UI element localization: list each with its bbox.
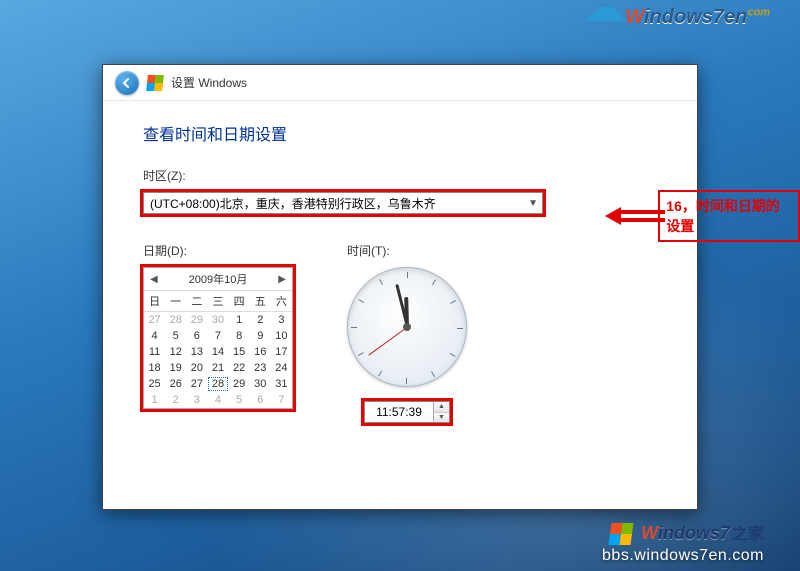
calendar-day[interactable]: 4 [207, 392, 228, 408]
calendar-day[interactable]: 11 [144, 344, 165, 360]
calendar-day[interactable]: 30 [250, 376, 271, 392]
calendar-day[interactable]: 20 [186, 360, 207, 376]
calendar-day[interactable]: 3 [271, 312, 292, 328]
calendar-day[interactable]: 6 [250, 392, 271, 408]
calendar-day[interactable]: 28 [165, 312, 186, 328]
analog-clock [347, 267, 467, 387]
calendar-day[interactable]: 1 [229, 312, 250, 328]
back-button[interactable] [115, 71, 139, 95]
calendar-month-title: 2009年10月 [189, 271, 248, 287]
watermark-top-logo: Windows7encom [586, 6, 770, 29]
calendar-day[interactable]: 17 [271, 344, 292, 360]
calendar-day[interactable]: 30 [207, 312, 228, 328]
calendar-dow: 三 [207, 291, 228, 312]
calendar-day[interactable]: 2 [250, 312, 271, 328]
calendar-dow: 四 [229, 291, 250, 312]
timezone-label: 时区(Z): [143, 167, 657, 184]
calendar-dow: 二 [186, 291, 207, 312]
calendar-dow: 日 [144, 291, 165, 312]
calendar-day[interactable]: 2 [165, 392, 186, 408]
titlebar: 设置 Windows [103, 65, 697, 101]
calendar-prev-button[interactable]: ◀ [150, 274, 158, 285]
calendar-day[interactable]: 15 [229, 344, 250, 360]
calendar-day[interactable]: 28 [207, 376, 228, 392]
calendar[interactable]: ◀ 2009年10月 ▶ 日一二三四五六27282930123456789101… [143, 267, 293, 409]
calendar-day[interactable]: 12 [165, 344, 186, 360]
calendar-day[interactable]: 21 [207, 360, 228, 376]
calendar-day[interactable]: 6 [186, 328, 207, 344]
annotation-text: 16，时间和日期的设置 [658, 190, 800, 242]
calendar-day[interactable]: 3 [186, 392, 207, 408]
calendar-dow: 六 [271, 291, 292, 312]
annotation-arrow-icon [605, 206, 658, 226]
time-label: 时间(T): [347, 242, 467, 259]
calendar-day[interactable]: 19 [165, 360, 186, 376]
calendar-day[interactable]: 29 [229, 376, 250, 392]
annotation-callout: 16，时间和日期的设置 [605, 190, 800, 242]
calendar-day[interactable]: 24 [271, 360, 292, 376]
calendar-day[interactable]: 16 [250, 344, 271, 360]
calendar-day[interactable]: 29 [186, 312, 207, 328]
calendar-day[interactable]: 10 [271, 328, 292, 344]
calendar-day[interactable]: 5 [165, 328, 186, 344]
page-heading: 查看时间和日期设置 [143, 121, 657, 145]
calendar-day[interactable]: 18 [144, 360, 165, 376]
calendar-day[interactable]: 5 [229, 392, 250, 408]
calendar-day[interactable]: 1 [144, 392, 165, 408]
watermark-url: bbs.windows7en.com [602, 547, 764, 565]
titlebar-text: 设置 Windows [171, 74, 247, 91]
calendar-day[interactable]: 31 [271, 376, 292, 392]
chevron-down-icon: ▼ [528, 198, 538, 209]
calendar-day[interactable]: 27 [144, 312, 165, 328]
calendar-dow: 五 [250, 291, 271, 312]
windows-flag-icon [609, 523, 634, 545]
calendar-day[interactable]: 9 [250, 328, 271, 344]
calendar-day[interactable]: 27 [186, 376, 207, 392]
calendar-day[interactable]: 7 [271, 392, 292, 408]
time-value: 11:57:39 [365, 405, 433, 419]
calendar-next-button[interactable]: ▶ [278, 274, 286, 285]
calendar-dow: 一 [165, 291, 186, 312]
setup-wizard-window: 设置 Windows 查看时间和日期设置 时区(Z): (UTC+08:00)北… [102, 64, 698, 510]
calendar-day[interactable]: 25 [144, 376, 165, 392]
windows-flag-icon [146, 75, 164, 91]
time-spinner-input[interactable]: 11:57:39 ▲ ▼ [364, 401, 450, 423]
watermark-bottom-logo: Windows7之家 [610, 520, 764, 545]
calendar-day[interactable]: 13 [186, 344, 207, 360]
calendar-day[interactable]: 23 [250, 360, 271, 376]
timezone-select[interactable]: (UTC+08:00)北京，重庆，香港特别行政区，乌鲁木齐 ▼ [143, 192, 543, 214]
date-label: 日期(D): [143, 242, 293, 259]
timezone-selected-value: (UTC+08:00)北京，重庆，香港特别行政区，乌鲁木齐 [150, 195, 436, 212]
calendar-day[interactable]: 22 [229, 360, 250, 376]
calendar-day[interactable]: 26 [165, 376, 186, 392]
spinner-down-button[interactable]: ▼ [434, 413, 449, 423]
calendar-day[interactable]: 7 [207, 328, 228, 344]
calendar-day[interactable]: 8 [229, 328, 250, 344]
spinner-up-button[interactable]: ▲ [434, 402, 449, 413]
calendar-day[interactable]: 14 [207, 344, 228, 360]
calendar-day[interactable]: 4 [144, 328, 165, 344]
